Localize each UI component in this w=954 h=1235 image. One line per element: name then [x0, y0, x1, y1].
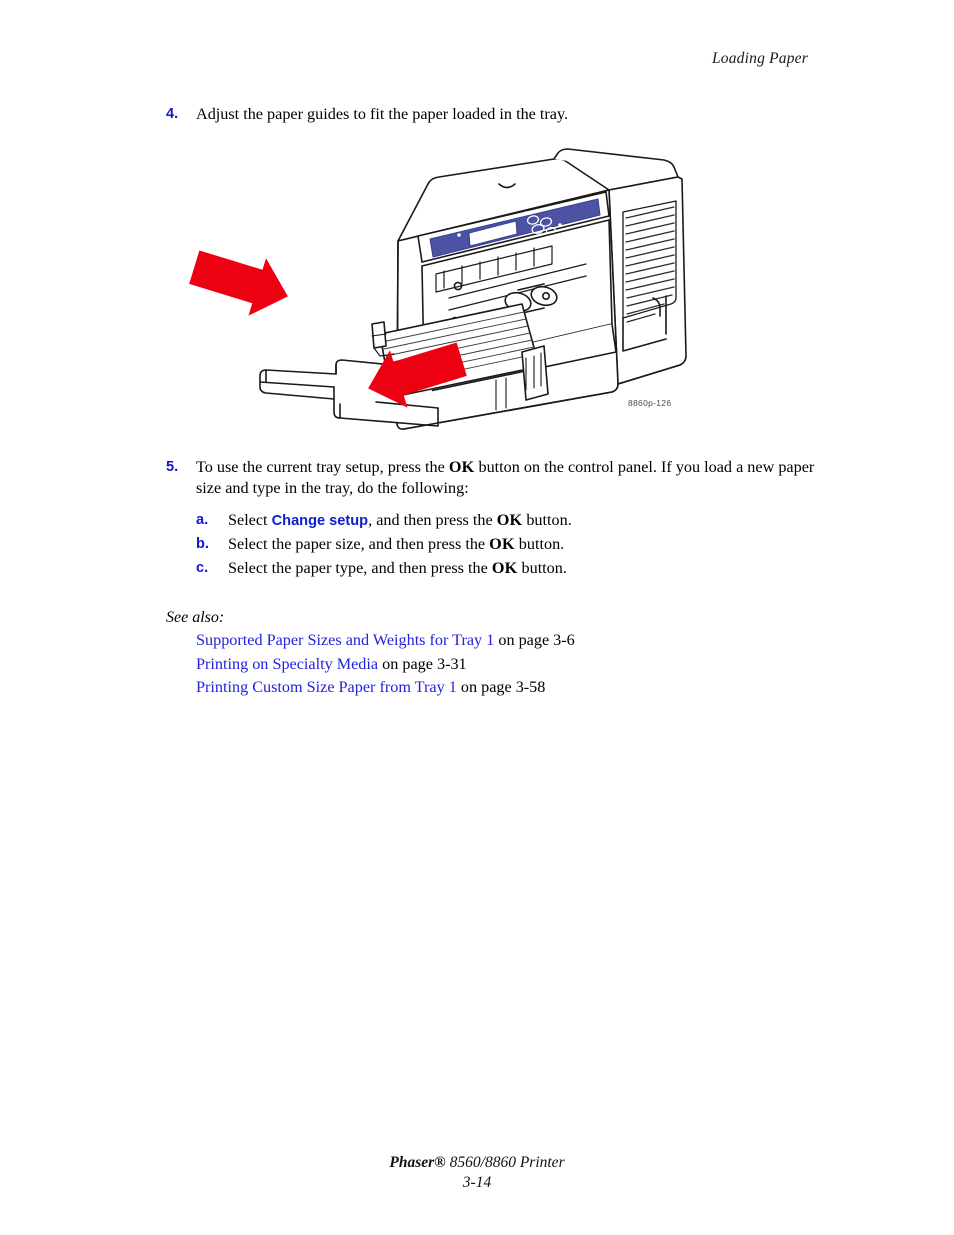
step-4-text: Adjust the paper guides to fit the paper…	[196, 104, 826, 126]
substep-b-ok: OK	[489, 535, 515, 553]
step-4-number: 4.	[166, 106, 179, 122]
page-footer: Phaser® 8560/8860 Printer 3-14	[0, 1153, 954, 1193]
substep-a-letter: a.	[196, 511, 209, 528]
step-5-number: 5.	[166, 458, 179, 475]
step-5-text: To use the current tray setup, press the…	[196, 457, 826, 500]
step-4: 4. Adjust the paper guides to fit the pa…	[166, 104, 826, 126]
substep-b-p0: Select the paper size, and then press th…	[228, 535, 490, 553]
see-also-title: See also:	[166, 609, 225, 626]
step-4-text-part: Adjust the paper guides to fit the paper…	[196, 105, 569, 123]
footer-product-line: Phaser® 8560/8860 Printer	[0, 1153, 954, 1173]
xref-page-1: on page 3-6	[494, 631, 575, 649]
substep-a-p4: button.	[522, 510, 572, 529]
substep-a: a. Select Change setup, and then press th…	[166, 509, 826, 534]
xref-link-supported-paper-sizes[interactable]: Supported Paper Sizes and Weights for Tr…	[196, 631, 494, 649]
xref-link-printing-specialty-media[interactable]: Printing on Specialty Media	[196, 655, 378, 673]
substep-b: b. Select the paper size, and then press …	[166, 533, 826, 557]
substep-c-letter: c.	[196, 559, 209, 576]
xref-link-printing-custom-size-paper[interactable]: Printing Custom Size Paper from Tray 1	[196, 678, 457, 696]
see-also-entry-1: Supported Paper Sizes and Weights for Tr…	[166, 629, 826, 653]
xref-page-2: on page 3-31	[378, 654, 467, 673]
see-also-block: See also: Supported Paper Sizes and Weig…	[166, 606, 826, 700]
see-also-entry-2: Printing on Specialty Media on page 3-31	[166, 653, 826, 677]
step-5: 5. To use the current tray setup, press …	[166, 457, 826, 500]
footer-model: 8560/8860 Printer	[445, 1154, 565, 1171]
substep-list: a. Select Change setup, and then press th…	[166, 509, 826, 581]
substep-a-p2: , and then press the	[368, 510, 497, 529]
see-also-entry-3: Printing Custom Size Paper from Tray 1 o…	[166, 676, 826, 700]
page-content: 4. Adjust the paper guides to fit the pa…	[166, 104, 826, 700]
footer-page-number: 3-14	[462, 1174, 492, 1191]
substep-c-p2: button.	[517, 558, 567, 577]
footer-brand: Phaser®	[389, 1154, 446, 1171]
substep-c-p0: Select the paper type, and then press th…	[228, 558, 492, 577]
ok-button-term: OK	[448, 457, 475, 476]
step-5-text-lead: To use the current tray setup, press the	[196, 457, 449, 476]
substep-b-letter: b.	[196, 536, 209, 552]
change-setup-term: Change setup	[271, 512, 369, 529]
substep-a-p0: Select	[228, 510, 272, 529]
substep-b-p2: button.	[514, 535, 565, 553]
substep-c-ok: OK	[491, 558, 518, 577]
xref-page-3: on page 3-58	[456, 678, 546, 696]
running-header: Loading Paper	[711, 50, 808, 67]
substep-a-ok: OK	[496, 510, 523, 529]
substep-c: c. Select the paper type, and then press …	[166, 557, 826, 581]
